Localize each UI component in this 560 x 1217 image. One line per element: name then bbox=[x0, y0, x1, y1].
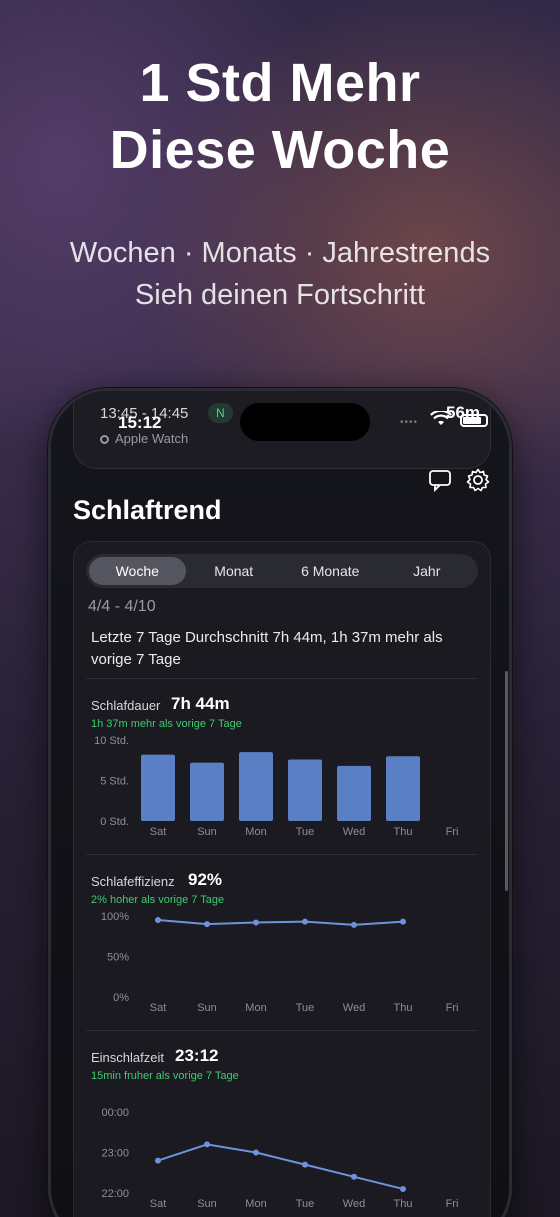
x-tick-label: Wed bbox=[343, 1198, 365, 1210]
watch-label: Apple Watch bbox=[115, 431, 189, 446]
y-tick-label: 0% bbox=[113, 992, 129, 1004]
dynamic-island bbox=[240, 403, 370, 441]
data-point bbox=[400, 1185, 406, 1192]
promo-headline: 1 Std Mehr Diese Woche bbox=[0, 50, 560, 184]
x-tick-label: Fri bbox=[446, 1002, 459, 1014]
data-point bbox=[400, 918, 406, 925]
divider bbox=[86, 1030, 478, 1031]
x-tick-label: Tue bbox=[296, 826, 315, 838]
x-tick-label: Fri bbox=[446, 826, 459, 838]
y-tick-label: 100% bbox=[101, 911, 129, 923]
y-tick-label: 50% bbox=[107, 952, 129, 964]
y-tick-label: 00:00 bbox=[101, 1107, 129, 1119]
watch-source: Apple Watch bbox=[100, 431, 188, 446]
x-tick-label: Mon bbox=[245, 826, 266, 838]
x-tick-label: Sat bbox=[150, 1198, 167, 1210]
data-point bbox=[302, 1161, 308, 1168]
phone-frame: 13:45 - 14:45 15:12 N Apple Watch •••• 5… bbox=[48, 388, 512, 1217]
chart-bar bbox=[386, 756, 420, 821]
gear-icon[interactable] bbox=[465, 467, 491, 493]
sleep-onset-value: 23:12 bbox=[175, 1046, 219, 1065]
app-screen: 13:45 - 14:45 15:12 N Apple Watch •••• 5… bbox=[51, 391, 509, 1217]
x-tick-label: Wed bbox=[343, 1002, 365, 1014]
sleep-duration-label: Schlafdauer bbox=[91, 698, 161, 713]
subline-line-2: Sieh deinen Fortschritt bbox=[134, 279, 426, 311]
series-line bbox=[157, 919, 404, 926]
y-tick-label: 22:00 bbox=[101, 1188, 129, 1200]
tab-6-months[interactable]: 6 Monate bbox=[282, 557, 379, 585]
y-tick-label: 0 Std. bbox=[100, 816, 129, 828]
subline-line-1: Wochen · Monats · Jahrestrends bbox=[69, 237, 491, 269]
x-tick-label: Sat bbox=[150, 826, 167, 838]
signal-dots-icon: •••• bbox=[400, 417, 419, 428]
sleep-duration-chart: 10 Std. 5 Std. 0 Std. Sat Sun Mon Tue Wed Thu Fri bbox=[94, 735, 459, 838]
x-tick-label: Sun bbox=[197, 826, 217, 838]
tab-week[interactable]: Woche bbox=[89, 557, 186, 585]
divider bbox=[86, 854, 478, 855]
period-segmented-control: Woche Monat 6 Monate Jahr bbox=[86, 554, 478, 588]
data-point bbox=[253, 919, 259, 926]
data-point bbox=[302, 918, 308, 925]
headline-line-1: 1 Std Mehr bbox=[139, 53, 421, 113]
y-tick-label: 23:00 bbox=[101, 1148, 129, 1160]
watch-icon bbox=[100, 435, 109, 444]
x-tick-label: Mon bbox=[245, 1002, 266, 1014]
chart-bar bbox=[337, 765, 371, 821]
x-tick-label: Thu bbox=[394, 826, 413, 838]
sleep-efficiency-value: 92% bbox=[188, 870, 223, 889]
headline-line-2: Diese Woche bbox=[109, 120, 451, 180]
live-activity[interactable]: 13:45 - 14:45 15:12 N Apple Watch •••• 5… bbox=[73, 391, 491, 469]
data-point bbox=[204, 921, 210, 928]
tab-month[interactable]: Monat bbox=[186, 557, 283, 585]
series-line bbox=[157, 1143, 404, 1190]
chart-bar bbox=[239, 752, 273, 821]
data-point bbox=[155, 917, 161, 924]
date-range: 4/4 - 4/10 bbox=[88, 598, 156, 615]
data-point bbox=[204, 1141, 210, 1148]
chart-bar bbox=[288, 759, 322, 821]
sleep-onset-delta: 15min fruher als vorige 7 Tage bbox=[91, 1070, 239, 1082]
sleep-duration-delta: 1h 37m mehr als vorige 7 Tage bbox=[91, 718, 242, 730]
sleep-onset-label: Einschlafzeit bbox=[91, 1050, 164, 1065]
x-tick-label: Sun bbox=[197, 1198, 217, 1210]
sleep-efficiency-delta: 2% hoher als vorige 7 Tage bbox=[91, 894, 225, 906]
sleep-onset-chart: 00:00 23:00 22:00 Sat Sun Mon Tue Wed Thu Fri bbox=[101, 1107, 459, 1210]
x-tick-label: Thu bbox=[394, 1002, 413, 1014]
x-tick-label: Sun bbox=[197, 1002, 217, 1014]
page-title: Schlaftrend bbox=[73, 495, 222, 525]
chart-bar bbox=[141, 754, 175, 821]
x-tick-label: Tue bbox=[296, 1198, 315, 1210]
y-tick-label: 5 Std. bbox=[100, 776, 129, 788]
divider bbox=[86, 678, 478, 679]
live-clock: 15:12 bbox=[118, 413, 162, 432]
x-tick-label: Tue bbox=[296, 1002, 315, 1014]
sleep-efficiency-label: Schlafeffizienz bbox=[91, 874, 175, 889]
x-tick-label: Fri bbox=[446, 1198, 459, 1210]
chart-bar bbox=[190, 762, 224, 821]
live-badge: N bbox=[208, 403, 233, 423]
promo-subline: Wochen · Monats · Jahrestrends Sieh dein… bbox=[0, 232, 560, 316]
data-point bbox=[351, 921, 357, 928]
wifi-icon bbox=[430, 411, 452, 425]
x-tick-label: Sat bbox=[150, 1002, 167, 1014]
scrollbar[interactable] bbox=[505, 671, 508, 891]
weekly-summary: Letzte 7 Tage Durchschnitt 7h 44m, 1h 37… bbox=[91, 629, 443, 668]
data-point bbox=[351, 1173, 357, 1180]
chat-bubble-icon[interactable] bbox=[427, 467, 453, 493]
x-tick-label: Thu bbox=[394, 1198, 413, 1210]
x-tick-label: Mon bbox=[245, 1198, 266, 1210]
x-tick-label: Wed bbox=[343, 826, 365, 838]
battery-icon bbox=[460, 414, 488, 427]
tab-year[interactable]: Jahr bbox=[379, 557, 476, 585]
data-point bbox=[253, 1149, 259, 1156]
sleep-efficiency-chart: 100% 50% 0% Sat Sun Mon Tue Wed Thu Fri bbox=[101, 911, 459, 1014]
y-tick-label: 10 Std. bbox=[94, 735, 129, 747]
sleep-duration-value: 7h 44m bbox=[171, 694, 230, 713]
trend-card: Woche Monat 6 Monate Jahr 4/4 - 4/10 Let… bbox=[73, 541, 491, 1217]
data-point bbox=[155, 1157, 161, 1164]
